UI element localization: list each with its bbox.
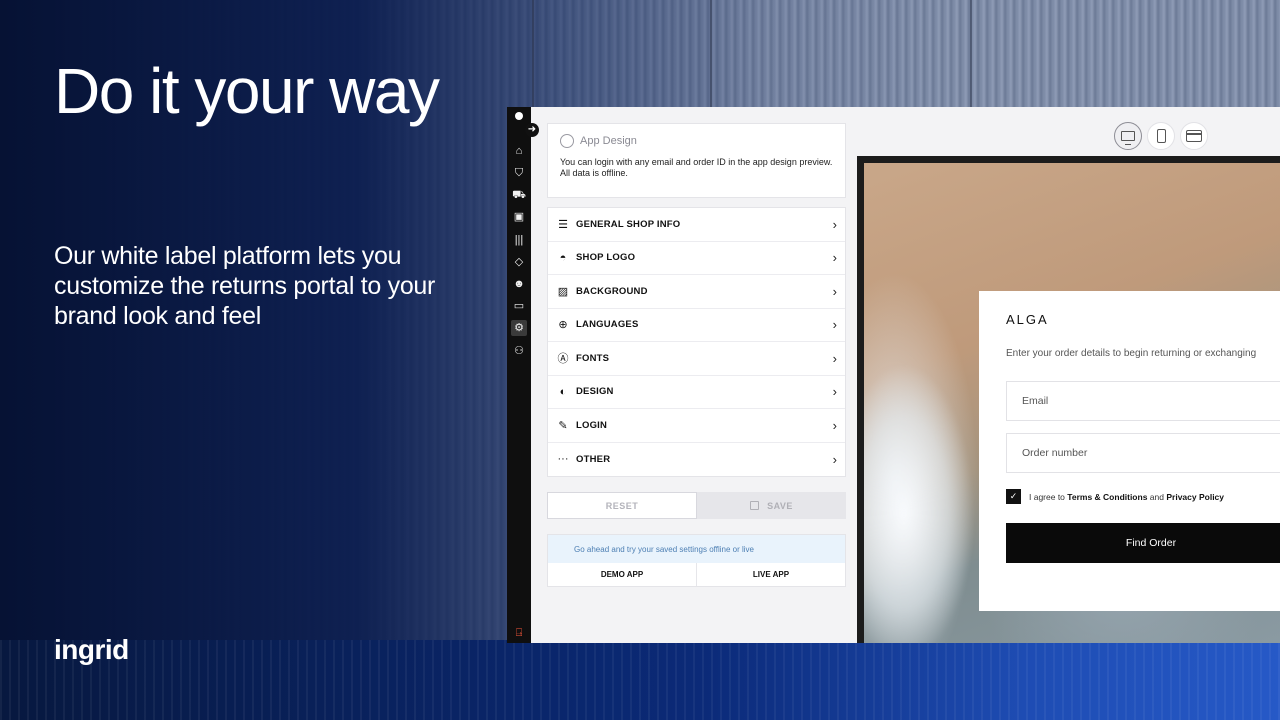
shirt-icon[interactable]: ⛉ — [511, 165, 527, 181]
reset-button[interactable]: RESET — [547, 492, 697, 519]
browser-view-button[interactable] — [1180, 122, 1208, 150]
device-switcher — [1114, 122, 1208, 150]
edit-icon: ✎ — [558, 419, 568, 432]
wall-seam — [710, 0, 712, 108]
chevron-right-icon: › — [832, 317, 837, 333]
background-wall — [0, 640, 1280, 720]
save-icon — [750, 501, 760, 510]
picture-icon: ▨ — [557, 285, 569, 298]
terms-and: and — [1149, 491, 1164, 502]
beach-background-image: ALGA Enter your order details to begin r… — [864, 163, 1280, 643]
terms-consent: ✓ I agree to Terms & Conditions and Priv… — [1006, 489, 1224, 504]
palette-icon — [560, 134, 574, 148]
image-icon: ◓ — [559, 251, 567, 264]
browser-icon — [1186, 130, 1202, 142]
app-window: ⌂ ⛉ ⛟ ▣ ||| ◇ ☻ ▭ ⚙ ⚇ ⍈ ➜ App Design You… — [507, 107, 1280, 643]
hero-subtitle: Our white label platform lets you custom… — [54, 242, 436, 330]
collapse-toggle-icon[interactable]: ➜ — [525, 123, 539, 137]
ingrid-logo: ingrid — [54, 634, 129, 665]
design-menu: ☰ GENERAL SHOP INFO › ◓ SHOP LOGO › ▨ BA… — [547, 207, 846, 477]
chevron-right-icon: › — [832, 283, 837, 299]
card-icon[interactable]: ▭ — [511, 298, 527, 314]
order-intro-text: Enter your order details to begin return… — [1006, 348, 1257, 359]
menu-item-label: DESIGN — [576, 386, 614, 398]
users-icon[interactable]: ☻ — [511, 276, 527, 292]
desktop-view-button[interactable] — [1114, 122, 1142, 150]
order-lookup-card: ALGA Enter your order details to begin r… — [979, 291, 1280, 611]
menu-item-background[interactable]: ▨ BACKGROUND › — [548, 275, 845, 309]
wall-seam — [532, 0, 534, 108]
panel-actions: RESET SAVE — [547, 492, 846, 519]
demo-app-button[interactable]: DEMO APP — [548, 563, 696, 586]
menu-item-label: FONTS — [576, 352, 610, 364]
menu-item-label: BACKGROUND — [576, 285, 648, 297]
app-preview-frame: ALGA Enter your order details to begin r… — [857, 156, 1280, 643]
sidebar-rail: ⌂ ⛉ ⛟ ▣ ||| ◇ ☻ ▭ ⚙ ⚇ ⍈ — [507, 107, 531, 643]
home-icon[interactable]: ⌂ — [511, 143, 527, 159]
menu-item-shop-logo[interactable]: ◓ SHOP LOGO › — [548, 241, 845, 275]
menu-item-label: LANGUAGES — [576, 319, 639, 331]
chevron-right-icon: › — [832, 451, 837, 467]
design-panel: App Design You can login with any email … — [547, 123, 846, 587]
hero-title: Do it your way — [54, 55, 440, 127]
sitemap-icon[interactable]: ⚇ — [511, 343, 527, 359]
panel-info-text: You can login with any email and order I… — [560, 157, 833, 178]
menu-item-label: OTHER — [576, 453, 611, 465]
globe-icon: ⊕ — [558, 319, 568, 332]
email-field[interactable]: Email — [1006, 381, 1280, 421]
menu-item-label: GENERAL SHOP INFO — [576, 218, 681, 230]
shop-brand-name: ALGA — [1006, 312, 1049, 327]
menu-item-general-shop-info[interactable]: ☰ GENERAL SHOP INFO › — [548, 208, 845, 242]
chevron-right-icon: › — [832, 384, 837, 400]
gear-icon[interactable]: ⚙ — [511, 320, 527, 336]
try-app-card: Go ahead and try your saved settings off… — [547, 534, 846, 587]
tag-icon[interactable]: ◇ — [511, 254, 527, 270]
font-icon: Ⓐ — [557, 353, 569, 366]
terms-checkbox[interactable]: ✓ — [1006, 489, 1021, 504]
mobile-icon — [1156, 129, 1166, 143]
menu-item-design[interactable]: ◐ DESIGN › — [548, 375, 845, 409]
terms-prefix: I agree to — [1029, 491, 1065, 502]
privacy-link[interactable]: Privacy Policy — [1166, 492, 1224, 502]
menu-item-label: SHOP LOGO — [576, 252, 636, 264]
terms-link[interactable]: Terms & Conditions — [1067, 492, 1147, 502]
menu-item-login[interactable]: ✎ LOGIN › — [548, 409, 845, 443]
app-logo-dot — [515, 112, 523, 120]
database-icon: ☰ — [558, 218, 568, 231]
panel-title: App Design — [580, 135, 637, 147]
order-number-field[interactable]: Order number — [1006, 433, 1280, 473]
palette-icon: ◐ — [559, 385, 567, 398]
save-button[interactable]: SAVE — [697, 492, 846, 519]
live-app-button[interactable]: LIVE APP — [696, 563, 845, 586]
app-design-info-card: App Design You can login with any email … — [547, 123, 846, 198]
logout-icon[interactable]: ⍈ — [511, 625, 527, 641]
chevron-right-icon: › — [832, 417, 837, 433]
menu-item-fonts[interactable]: Ⓐ FONTS › — [548, 342, 845, 376]
menu-item-label: LOGIN — [576, 419, 608, 431]
barcode-icon[interactable]: ||| — [511, 232, 527, 248]
menu-item-other[interactable]: ··· OTHER › — [548, 442, 845, 476]
chevron-right-icon: › — [832, 216, 837, 232]
more-icon: ··· — [557, 453, 569, 466]
desktop-icon — [1121, 131, 1135, 145]
package-icon[interactable]: ▣ — [511, 209, 527, 225]
save-label: SAVE — [767, 500, 793, 511]
chevron-right-icon: › — [832, 250, 837, 266]
chevron-right-icon: › — [832, 350, 837, 366]
try-message: Go ahead and try your saved settings off… — [548, 535, 845, 563]
mobile-view-button[interactable] — [1147, 122, 1175, 150]
truck-icon[interactable]: ⛟ — [511, 187, 527, 203]
find-order-button[interactable]: Find Order — [1006, 523, 1280, 563]
wave-foam — [864, 363, 974, 643]
menu-item-languages[interactable]: ⊕ LANGUAGES › — [548, 308, 845, 342]
wall-seam — [970, 0, 972, 108]
